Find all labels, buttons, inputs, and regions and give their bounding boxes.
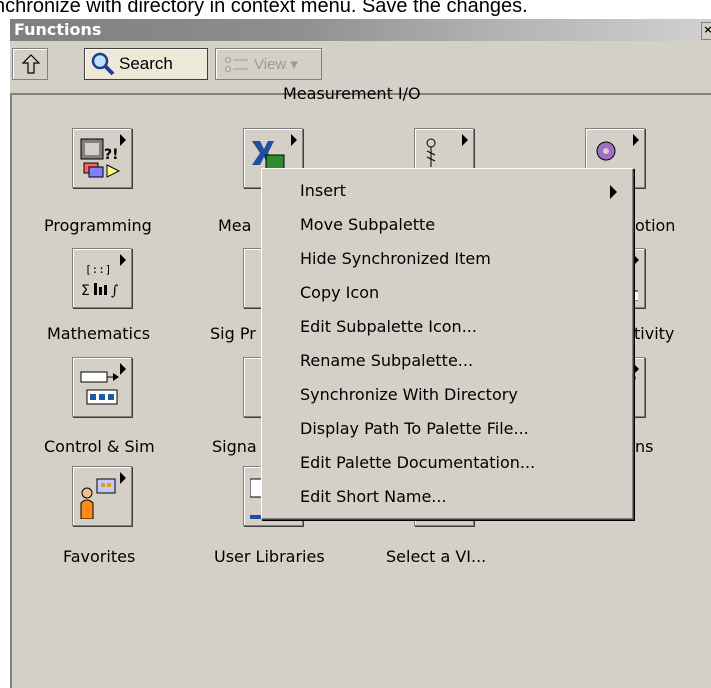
palette-item-label: Sig Pr xyxy=(210,324,256,343)
programming-icon: ?! xyxy=(80,138,121,178)
palette-item-label: Select a VI... xyxy=(386,547,487,566)
expand-arrow-icon xyxy=(633,134,639,146)
search-label: Search xyxy=(119,54,173,73)
expand-arrow-icon xyxy=(120,254,126,266)
submenu-arrow-icon xyxy=(610,185,617,199)
expand-arrow-icon xyxy=(120,472,126,484)
palette-item-label: Mathematics xyxy=(47,324,151,343)
menu-item-edit-subpalette-icon[interactable]: Edit Subpalette Icon... xyxy=(300,317,477,336)
view-label: View ▾ xyxy=(254,56,298,73)
instruction-text: nchronize with directory in context menu… xyxy=(0,0,711,19)
palette-item-label: Favorites xyxy=(63,547,136,566)
menu-item-synchronize-with-directory[interactable]: Synchronize With Directory xyxy=(300,385,518,404)
up-arrow-icon xyxy=(21,54,41,74)
svg-text:[::]: [::] xyxy=(85,263,112,276)
mathematics-palette-icon[interactable]: [::] Σ ∫ xyxy=(72,248,132,308)
up-level-button[interactable] xyxy=(12,48,48,80)
view-button[interactable]: View ▾ xyxy=(215,48,322,80)
expand-arrow-icon xyxy=(462,134,468,146)
palette-item-label: User Libraries xyxy=(214,547,325,566)
palette-item-label: Programming xyxy=(44,216,152,235)
close-icon[interactable]: × xyxy=(701,22,711,40)
menu-item-edit-palette-documentation[interactable]: Edit Palette Documentation... xyxy=(300,453,535,472)
palette-item-label: ns xyxy=(635,437,654,456)
palette-item-label: Control & Sim xyxy=(44,437,155,456)
favorites-icon xyxy=(80,478,116,519)
svg-text:∫: ∫ xyxy=(111,283,118,299)
palette-item-label: Mea xyxy=(218,216,252,235)
programming-palette-icon[interactable]: ?! xyxy=(72,128,132,188)
favorites-palette-icon[interactable] xyxy=(72,466,132,526)
menu-item-display-path[interactable]: Display Path To Palette File... xyxy=(300,419,529,438)
context-menu: Insert Move Subpalette Hide Synchronized… xyxy=(261,168,634,520)
menu-item-insert[interactable]: Insert xyxy=(300,181,346,200)
view-list-icon xyxy=(225,57,248,72)
menu-item-copy-icon[interactable]: Copy Icon xyxy=(300,283,379,302)
expand-arrow-icon xyxy=(120,134,126,146)
expand-arrow-icon xyxy=(120,363,126,375)
palette-item-label: otion xyxy=(635,216,676,235)
svg-text:?!: ?! xyxy=(104,147,119,163)
control-sim-palette-icon[interactable] xyxy=(72,357,132,417)
palette-item-label: Signa xyxy=(212,437,257,456)
control-sim-icon xyxy=(80,371,119,405)
title-bar[interactable]: Functions × xyxy=(10,19,711,41)
menu-item-move-subpalette[interactable]: Move Subpalette xyxy=(300,215,435,234)
window-title: Functions xyxy=(14,20,102,39)
palette-item-label: tivity xyxy=(634,324,675,343)
mathematics-icon: [::] Σ ∫ xyxy=(81,263,118,299)
menu-item-hide-synchronized-item[interactable]: Hide Synchronized Item xyxy=(300,249,491,268)
palette-title: Measurement I/O xyxy=(283,84,421,103)
expand-arrow-icon xyxy=(291,134,297,146)
search-button[interactable]: Search xyxy=(84,48,208,80)
menu-item-edit-short-name[interactable]: Edit Short Name... xyxy=(300,487,447,506)
svg-text:Σ: Σ xyxy=(81,283,90,299)
magnifier-icon xyxy=(91,52,115,76)
menu-item-rename-subpalette[interactable]: Rename Subpalette... xyxy=(300,351,473,370)
